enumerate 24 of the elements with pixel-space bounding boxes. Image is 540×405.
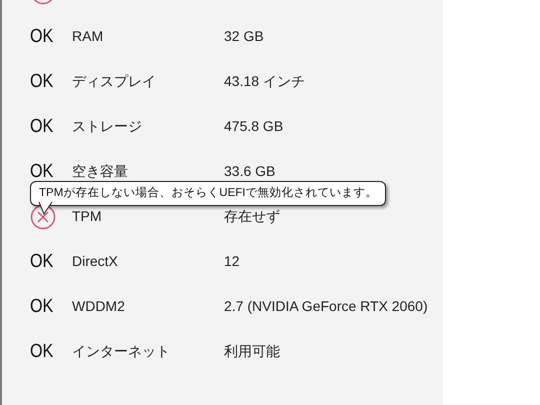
item-label: ストレージ bbox=[72, 117, 143, 136]
status-text: OK bbox=[30, 252, 54, 271]
item-value: 利用可能 bbox=[224, 342, 280, 361]
item-value: 2.7 (NVIDIA GeForce RTX 2060) bbox=[224, 297, 428, 316]
item-label: WDDM2 bbox=[72, 297, 126, 316]
error-icon bbox=[30, 204, 56, 230]
item-label: ディスプレイ bbox=[72, 72, 157, 91]
status-text: OK bbox=[30, 117, 54, 136]
item-value: 43.18 インチ bbox=[224, 72, 305, 91]
status-text: OK bbox=[30, 297, 54, 316]
status-text: OK bbox=[30, 27, 54, 46]
item-value: 存在せず bbox=[224, 207, 280, 226]
item-value: 32 GB bbox=[224, 27, 264, 46]
status-text: OK bbox=[30, 162, 54, 181]
item-label: インターネット bbox=[72, 342, 171, 361]
item-value: 12 bbox=[224, 252, 240, 271]
item-value: 33.6 GB bbox=[224, 162, 276, 181]
status-text: OK bbox=[30, 342, 54, 361]
item-label: 空き容量 bbox=[72, 162, 129, 181]
status-text: OK bbox=[30, 72, 54, 91]
item-label: DirectX bbox=[72, 252, 119, 271]
item-label: RAM bbox=[72, 27, 104, 46]
item-value: 475.8 GB bbox=[224, 117, 284, 136]
item-label: TPM bbox=[72, 207, 103, 226]
